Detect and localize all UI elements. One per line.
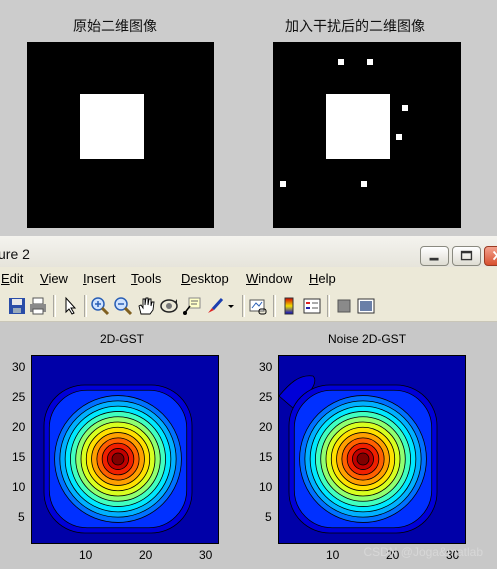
brush-icon[interactable] — [205, 296, 225, 316]
original-image-title: 原始二维图像 — [73, 19, 157, 35]
y-tick-label: 5 — [18, 510, 25, 524]
x-tick-label: 10 — [79, 548, 93, 562]
noise-dot — [402, 105, 408, 111]
y-tick-label: 10 — [259, 480, 273, 494]
toolbar-separator — [242, 295, 245, 317]
y-tick-label: 25 — [259, 390, 273, 404]
zoom-in-icon[interactable] — [90, 296, 110, 316]
menu-desktop[interactable]: Desktop — [181, 271, 229, 286]
print-icon[interactable] — [28, 296, 48, 316]
maximize-button[interactable] — [452, 246, 481, 266]
noisy-image-title: 加入干扰后的二维图像 — [285, 19, 425, 35]
contour-level — [356, 452, 370, 466]
show-plot-tools-icon[interactable] — [356, 296, 376, 316]
insert-legend-icon[interactable] — [302, 296, 322, 316]
noisy-image — [273, 42, 461, 228]
minimize-icon — [429, 257, 439, 261]
noise-dot — [367, 59, 373, 65]
y-tick-label: 5 — [265, 510, 272, 524]
original-image — [27, 42, 214, 228]
zoom-out-icon[interactable] — [113, 296, 133, 316]
contour-plot — [43, 384, 193, 534]
close-button[interactable] — [484, 246, 497, 266]
figure-2: 2D-GST 30 25 20 15 10 5 10 20 30 Noise 2… — [0, 322, 497, 569]
menu-insert[interactable]: Insert — [83, 271, 116, 286]
toolbar — [0, 291, 497, 322]
noise-dot — [280, 181, 286, 187]
link-plot-icon[interactable] — [248, 296, 268, 316]
maximize-icon — [460, 250, 473, 261]
contour-axes-noise-2d-gst — [278, 355, 466, 544]
contour-levels — [288, 384, 438, 534]
contour-level — [111, 452, 125, 466]
menu-bar: Edit View Insert Tools Desktop Window He… — [0, 267, 497, 291]
x-tick-label: 30 — [199, 548, 213, 562]
contour-levels — [43, 384, 193, 534]
insert-colorbar-icon[interactable] — [279, 296, 299, 316]
close-icon — [492, 250, 497, 261]
hide-plot-tools-icon[interactable] — [334, 296, 354, 316]
menu-tools[interactable]: Tools — [131, 271, 161, 286]
y-tick-label: 30 — [259, 360, 273, 374]
axes-title-2d-gst: 2D-GST — [100, 332, 145, 346]
contour-axes-2d-gst — [31, 355, 219, 544]
figure-1: 原始二维图像 加入干扰后的二维图像 — [0, 0, 497, 236]
noise-dot — [396, 134, 402, 140]
y-tick-label: 10 — [12, 480, 26, 494]
contour-plot — [279, 375, 438, 534]
y-tick-label: 20 — [259, 420, 273, 434]
toolbar-separator — [273, 295, 276, 317]
watermark: CSDN @Joga&matlab — [363, 545, 483, 559]
axes-title-noise-2d-gst: Noise 2D-GST — [328, 332, 407, 346]
window-title: ure 2 — [0, 246, 30, 262]
x-tick-label: 10 — [326, 548, 340, 562]
minimize-button[interactable] — [420, 246, 449, 266]
toolbar-separator — [84, 295, 87, 317]
data-cursor-icon[interactable] — [182, 296, 202, 316]
toolbar-separator — [53, 295, 56, 317]
y-tick-label: 20 — [12, 420, 26, 434]
y-tick-label: 25 — [12, 390, 26, 404]
toolbar-separator — [327, 295, 330, 317]
x-tick-label: 20 — [139, 548, 153, 562]
menu-window[interactable]: Window — [246, 271, 292, 286]
menu-help[interactable]: Help — [309, 271, 336, 286]
y-tick-label: 15 — [12, 450, 26, 464]
pan-hand-icon[interactable] — [136, 296, 156, 316]
white-square — [80, 94, 144, 159]
arrow-pointer-icon[interactable] — [60, 296, 80, 316]
y-tick-label: 30 — [12, 360, 26, 374]
menu-edit[interactable]: Edit — [1, 271, 23, 286]
noise-dot — [338, 59, 344, 65]
rotate-3d-icon[interactable] — [159, 296, 179, 316]
save-icon[interactable] — [7, 296, 27, 316]
y-tick-label: 15 — [259, 450, 273, 464]
white-square — [326, 94, 390, 159]
noise-dot — [361, 181, 367, 187]
figure-window: ure 2 Edit View Insert Tools Desktop Win… — [0, 236, 497, 569]
menu-view[interactable]: View — [40, 271, 68, 286]
chevron-down-icon[interactable] — [224, 296, 238, 316]
